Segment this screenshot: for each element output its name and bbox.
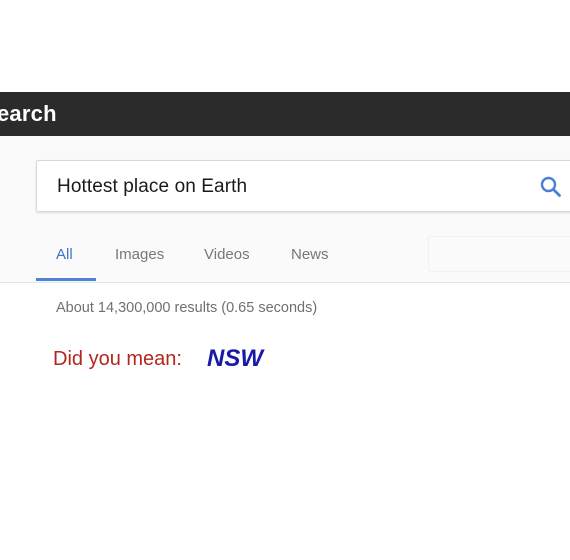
tab-news[interactable]: News (291, 246, 329, 263)
result-stats: About 14,300,000 results (0.65 seconds) (56, 300, 318, 316)
tab-images[interactable]: Images (115, 246, 164, 263)
did-you-mean-label: Did you mean: (53, 348, 182, 370)
active-tab-indicator (36, 278, 96, 281)
search-box[interactable]: Hottest place on Earth (36, 160, 570, 212)
tools-area (428, 236, 570, 272)
app-title: earch (0, 101, 57, 126)
tab-all[interactable]: All (56, 246, 73, 263)
search-icon[interactable] (539, 175, 563, 199)
tab-videos[interactable]: Videos (204, 246, 250, 263)
search-input[interactable]: Hottest place on Earth (57, 176, 247, 198)
app-header: earch (0, 92, 570, 136)
did-you-mean-suggestion-link[interactable]: NSW (207, 345, 263, 373)
